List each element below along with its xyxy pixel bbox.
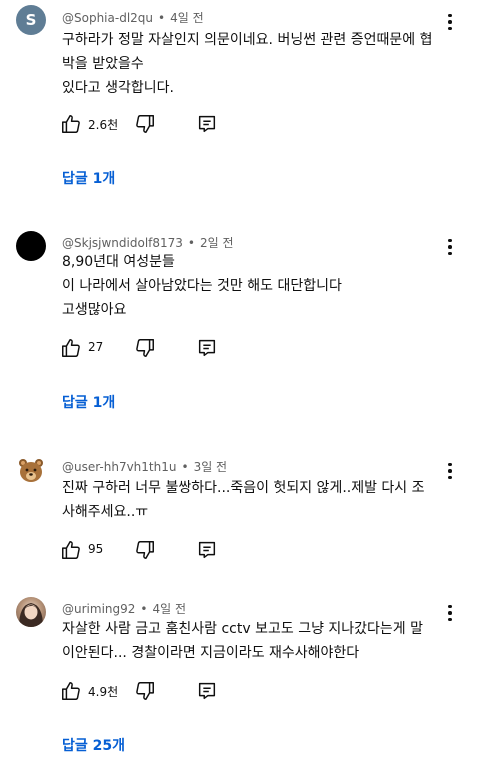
comment-header: @uriming92 • 4일 전: [62, 600, 186, 617]
comment-text-line: 이 나라에서 살아남았다는 것만 해도 대단합니다: [62, 278, 342, 294]
like-count: 95: [88, 542, 104, 556]
comment-username[interactable]: @Sophia-dl2qu: [62, 11, 153, 25]
reply-icon[interactable]: [196, 539, 218, 561]
comment-text: 자살한 사람 금고 훔친사람 cctv 보고도 그냥 지나갔다는게 말 이안된다…: [62, 617, 457, 665]
comment-username[interactable]: @Skjsjwndidolf8173: [62, 236, 183, 250]
comment-text: 진짜 구하러 너무 불쌍하다...죽음이 헛되지 않게..제발 다시 조 사해주…: [62, 476, 457, 524]
comment-text-line: 이안된다... 경찰이라면 지금이라도 재수사해야한다: [62, 645, 360, 661]
comment-text-line: 구하라가 정말 자살인지 의문이네요. 버닝썬 관련 증언때문에 협: [62, 32, 433, 48]
replies-toggle[interactable]: 답글 1개: [62, 168, 115, 188]
reply-icon[interactable]: [196, 113, 218, 135]
comment-text-line: 고생많아요: [62, 302, 127, 318]
comment-time[interactable]: 4일 전: [152, 602, 186, 616]
comment-text-line: 진짜 구하러 너무 불쌍하다...죽음이 헛되지 않게..제발 다시 조: [62, 480, 425, 496]
reply-icon[interactable]: [196, 680, 218, 702]
thumbs-up-icon[interactable]: [60, 113, 82, 135]
comment-text-line: 박을 받았을수: [62, 56, 144, 72]
like-count: 27: [88, 340, 104, 354]
comment-actions: 95: [60, 539, 230, 563]
thumbs-up-icon[interactable]: [60, 539, 82, 561]
header-separator: •: [187, 236, 195, 250]
thumbs-down-icon[interactable]: [134, 539, 156, 561]
replies-toggle[interactable]: 답글 25개: [62, 735, 125, 755]
comment-actions: 4.9천: [60, 680, 230, 704]
comment-text: 구하라가 정말 자살인지 의문이네요. 버닝썬 관련 증언때문에 협 박을 받았…: [62, 28, 457, 100]
comment-time[interactable]: 2일 전: [200, 236, 234, 250]
thumbs-down-icon[interactable]: [134, 113, 156, 135]
comment-text-line: 있다고 생각합니다.: [62, 80, 174, 96]
header-separator: •: [140, 602, 148, 616]
comment-text: 8,90년대 여성분들 이 나라에서 살아남았다는 것만 해도 대단합니다 고생…: [62, 250, 457, 322]
comment-username[interactable]: @user-hh7vh1th1u: [62, 460, 176, 474]
comment-header: @Skjsjwndidolf8173 • 2일 전: [62, 234, 234, 251]
profile-photo-icon: [19, 603, 43, 627]
comment-time[interactable]: 4일 전: [170, 11, 204, 25]
like-count: 4.9천: [88, 685, 119, 699]
bear-avatar-icon: [19, 459, 43, 482]
reply-icon[interactable]: [196, 337, 218, 359]
like-count: 2.6천: [88, 118, 119, 132]
comment-username[interactable]: @uriming92: [62, 602, 135, 616]
header-separator: •: [158, 11, 166, 25]
comment-actions: 27: [60, 337, 230, 361]
avatar[interactable]: S: [16, 5, 46, 35]
comment-header: @Sophia-dl2qu • 4일 전: [62, 9, 204, 26]
avatar[interactable]: [16, 455, 46, 485]
thumbs-up-icon[interactable]: [60, 337, 82, 359]
thumbs-up-icon[interactable]: [60, 680, 82, 702]
thumbs-down-icon[interactable]: [134, 680, 156, 702]
avatar[interactable]: [16, 231, 46, 261]
comment-text-line: 자살한 사람 금고 훔친사람 cctv 보고도 그냥 지나갔다는게 말: [62, 621, 424, 637]
header-separator: •: [181, 460, 189, 474]
replies-toggle[interactable]: 답글 1개: [62, 392, 115, 412]
comment-header: @user-hh7vh1th1u • 3일 전: [62, 458, 227, 475]
comment-text-line: 사해주세요..ㅠ: [62, 504, 149, 520]
avatar-letter: S: [25, 11, 37, 29]
comment-text-line: 8,90년대 여성분들: [62, 254, 175, 270]
comment-time[interactable]: 3일 전: [194, 460, 228, 474]
thumbs-down-icon[interactable]: [134, 337, 156, 359]
comment-actions: 2.6천: [60, 113, 230, 137]
avatar[interactable]: [16, 597, 46, 627]
